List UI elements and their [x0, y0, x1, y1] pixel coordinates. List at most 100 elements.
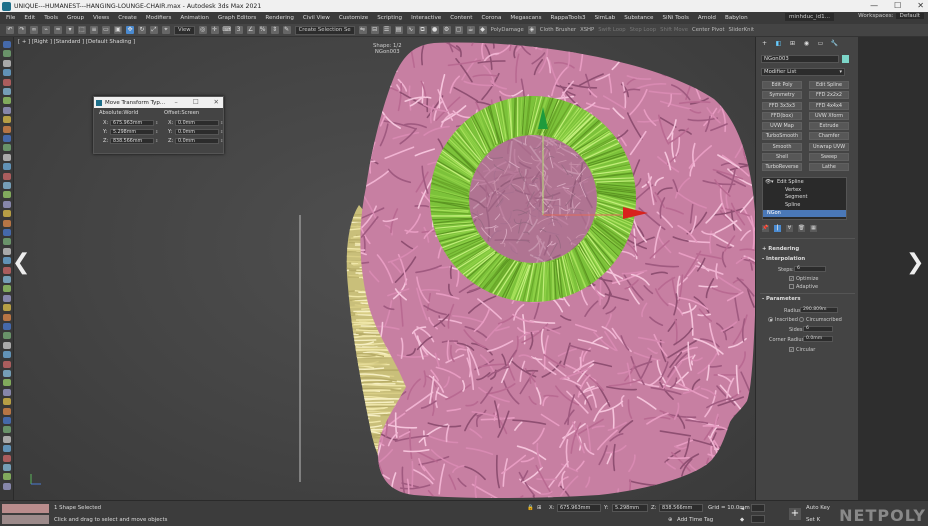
- menu-customize[interactable]: Customize: [339, 15, 368, 21]
- interpolation-rollout[interactable]: - Interpolation: [762, 256, 805, 262]
- left-tool-button[interactable]: [3, 379, 11, 387]
- modify-tab-icon[interactable]: ◧: [774, 40, 783, 48]
- menu-rendering[interactable]: Rendering: [265, 15, 294, 21]
- link-icon[interactable]: ∞: [30, 26, 38, 34]
- corner-radius-field[interactable]: 0.0mm: [803, 336, 833, 342]
- menu-animation[interactable]: Animation: [180, 15, 209, 21]
- left-tool-button[interactable]: [3, 407, 11, 415]
- xshp-button[interactable]: XSHP: [580, 27, 594, 33]
- left-tool-button[interactable]: [3, 445, 11, 453]
- abs-x-field[interactable]: 675.963mm: [110, 120, 154, 126]
- scene-explorer-icon[interactable]: ☰: [382, 26, 391, 34]
- center-pivot-button[interactable]: Center Pivot: [692, 27, 725, 33]
- modifier-button[interactable]: TurboSmooth: [762, 132, 802, 141]
- add-key-button[interactable]: +: [789, 508, 801, 520]
- menu-arnold[interactable]: Arnold: [698, 15, 716, 21]
- left-tool-button[interactable]: [3, 304, 11, 312]
- undo-icon[interactable]: ↶: [6, 26, 14, 34]
- workspaces-value[interactable]: Default: [895, 13, 924, 19]
- menu-edit[interactable]: Edit: [24, 15, 35, 21]
- stack-ngon[interactable]: NGon: [763, 210, 846, 217]
- modifier-button[interactable]: Smooth: [762, 142, 802, 151]
- render-setup-icon[interactable]: ⚙: [442, 26, 451, 34]
- object-color-swatch[interactable]: [842, 55, 849, 63]
- modifier-button[interactable]: UVW Xform: [809, 111, 849, 120]
- dialog-maximize-button[interactable]: ☐: [193, 98, 199, 106]
- modifier-button[interactable]: TurboReverse: [762, 163, 802, 172]
- set-key-button[interactable]: Set K: [806, 517, 820, 523]
- abs-y-field[interactable]: 5.298mm: [110, 129, 154, 135]
- rendered-frame-icon[interactable]: ▢: [454, 26, 463, 34]
- material-editor-icon[interactable]: ●: [430, 26, 439, 34]
- rect-region-icon[interactable]: ▭: [102, 26, 110, 34]
- left-tool-button[interactable]: [3, 351, 11, 359]
- spinner-snap-icon[interactable]: ⇕: [270, 26, 279, 34]
- modifier-button[interactable]: Unwrap UVW: [809, 142, 849, 151]
- menu-corona[interactable]: Corona: [481, 15, 501, 21]
- status-x-field[interactable]: 675.963mm: [557, 504, 601, 512]
- off-x-spinner[interactable]: ⇕: [220, 120, 224, 126]
- pivot-center-icon[interactable]: ◎: [198, 26, 207, 34]
- modifier-button[interactable]: FFD 2x2x2: [809, 91, 849, 100]
- left-tool-button[interactable]: [3, 59, 11, 67]
- close-button[interactable]: ✕: [917, 1, 924, 10]
- transform-mode-icon[interactable]: ⊞: [537, 505, 542, 511]
- menu-group[interactable]: Group: [67, 15, 84, 21]
- key-filter-icon[interactable]: ◆: [740, 517, 744, 523]
- unlink-icon[interactable]: ⌁: [42, 26, 50, 34]
- left-tool-button[interactable]: [3, 116, 11, 124]
- inscribed-radio[interactable]: [768, 317, 773, 322]
- adaptive-checkbox[interactable]: [789, 284, 794, 289]
- menu-create[interactable]: Create: [118, 15, 137, 21]
- left-tool-button[interactable]: [3, 238, 11, 246]
- off-z-field[interactable]: 0.0mm: [175, 138, 219, 144]
- edit-named-sets-icon[interactable]: ✎: [282, 26, 291, 34]
- left-tool-button[interactable]: [3, 191, 11, 199]
- left-tool-button[interactable]: [3, 106, 11, 114]
- minimize-button[interactable]: —: [870, 1, 878, 10]
- off-y-field[interactable]: 0.0mm: [175, 129, 219, 135]
- left-tool-button[interactable]: [3, 482, 11, 490]
- shift-move-button[interactable]: Shift Move: [660, 27, 688, 33]
- rendering-rollout[interactable]: + Rendering: [762, 246, 799, 252]
- window-crossing-icon[interactable]: ▣: [114, 26, 122, 34]
- steps-field[interactable]: 6: [794, 266, 826, 272]
- sides-field[interactable]: 6: [803, 326, 833, 332]
- cloth-brusher-button[interactable]: Cloth Brusher: [540, 27, 576, 33]
- left-tool-button[interactable]: [3, 78, 11, 86]
- workspaces-selector[interactable]: Workspaces: Default: [858, 13, 924, 19]
- selection-filter-icon[interactable]: ▾: [66, 26, 74, 34]
- sliderknit-button[interactable]: SliderKnit: [729, 27, 754, 33]
- left-tool-button[interactable]: [3, 435, 11, 443]
- schematic-view-icon[interactable]: ⧉: [418, 26, 427, 34]
- menu-content[interactable]: Content: [450, 15, 472, 21]
- mirror-icon[interactable]: ⇋: [358, 26, 367, 34]
- modifier-button[interactable]: FFD 3x3x3: [762, 101, 802, 110]
- layer-explorer-icon[interactable]: ▤: [394, 26, 403, 34]
- left-tool-button[interactable]: [3, 341, 11, 349]
- left-tool-button[interactable]: [3, 454, 11, 462]
- left-tool-button[interactable]: [3, 50, 11, 58]
- menu-views[interactable]: Views: [93, 15, 109, 21]
- menu-simlab[interactable]: SimLab: [595, 15, 616, 21]
- object-name-field[interactable]: NGon003: [761, 55, 839, 63]
- polydamage-button[interactable]: PolyDamage: [491, 27, 524, 33]
- status-z-field[interactable]: 838.566mm: [659, 504, 703, 512]
- circumscribed-radio[interactable]: [799, 317, 804, 322]
- left-tool-button[interactable]: [3, 125, 11, 133]
- redo-icon[interactable]: ↷: [18, 26, 26, 34]
- modifier-list-dropdown[interactable]: Modifier List: [761, 68, 845, 76]
- utilities-tab-icon[interactable]: 🔧: [830, 40, 839, 48]
- make-unique-icon[interactable]: ∀: [786, 225, 793, 232]
- maxscript-output-mini[interactable]: [2, 515, 49, 524]
- off-z-spinner[interactable]: ⇕: [220, 138, 224, 144]
- modifier-button[interactable]: FFD 4x4x4: [809, 101, 849, 110]
- menu-file[interactable]: File: [6, 15, 15, 21]
- menu-babylon[interactable]: Babylon: [725, 15, 748, 21]
- viewport-right[interactable]: [ + ] [Right ] [Standard ] [Default Shad…: [14, 37, 755, 500]
- viewport-label[interactable]: [ + ] [Right ] [Standard ] [Default Shad…: [18, 39, 135, 45]
- menu-megascans[interactable]: Megascans: [510, 15, 541, 21]
- modifier-button[interactable]: Symmetry: [762, 91, 802, 100]
- modifier-button[interactable]: Chamfer: [809, 132, 849, 141]
- left-tool-button[interactable]: [3, 426, 11, 434]
